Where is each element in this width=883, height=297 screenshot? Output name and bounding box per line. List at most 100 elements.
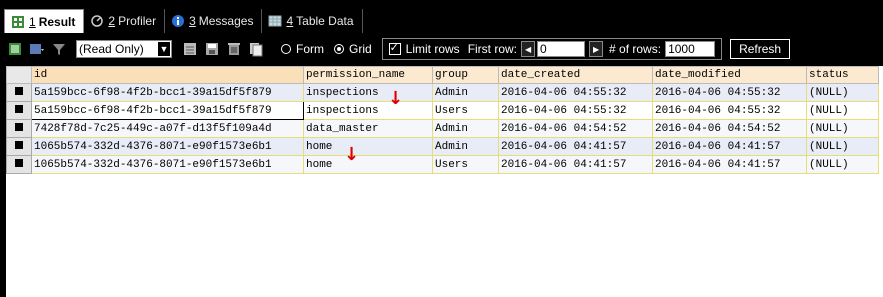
cell-id[interactable]: 1065b574-332d-4376-8071-e90f1573e6b1 <box>31 155 304 174</box>
result-mode-select[interactable]: (Read Only) ▼ <box>76 40 172 58</box>
result-mode-value: (Read Only) <box>79 42 144 56</box>
profiler-icon <box>91 15 104 27</box>
cell-date-modified[interactable]: 2016-04-06 04:41:57 <box>652 137 807 156</box>
save-icon[interactable] <box>204 41 220 57</box>
row-selector[interactable] <box>6 119 32 138</box>
next-page-button[interactable]: ▶ <box>589 41 604 57</box>
tab-table-data-label: Table Data <box>296 14 354 28</box>
row-marker-icon <box>15 158 23 167</box>
table-row[interactable]: 5a159bcc-6f98-4f2b-bcc1-39a15df5f879 ins… <box>6 83 879 102</box>
cell-date-modified[interactable]: 2016-04-06 04:41:57 <box>652 155 807 174</box>
cell-permission-name[interactable]: home <box>303 137 433 156</box>
tab-profiler[interactable]: 2 Profiler <box>84 9 166 33</box>
red-arrow-annotation: ↓ <box>388 88 404 109</box>
filter-icon[interactable] <box>51 41 67 57</box>
info-icon <box>172 15 185 27</box>
cell-date-created[interactable]: 2016-04-06 04:55:32 <box>498 101 653 120</box>
limit-rows-group: Limit rows First row: ◀ 0 ▶ # of rows: 1… <box>381 38 723 60</box>
cell-date-modified[interactable]: 2016-04-06 04:55:32 <box>652 83 807 102</box>
first-row-input[interactable]: 0 <box>537 41 586 57</box>
cell-permission-name[interactable]: inspections <box>303 83 433 102</box>
grid-radio-indicator[interactable] <box>334 44 344 54</box>
grid-settings-icon[interactable] <box>182 41 198 57</box>
num-rows-input[interactable]: 1000 <box>665 41 716 57</box>
cell-group[interactable]: Admin <box>432 119 499 138</box>
header-row: id permission_name group date_created da… <box>6 66 879 84</box>
grid-result-icon <box>12 15 24 28</box>
cell-date-modified[interactable]: 2016-04-06 04:54:52 <box>652 119 807 138</box>
tab-profiler-label: Profiler <box>118 14 157 28</box>
results-panel: 1 Result 2 Profiler 3 Messages 4 Table D… <box>0 0 883 297</box>
cell-group[interactable]: Admin <box>432 83 499 102</box>
cell-group[interactable]: Users <box>432 155 499 174</box>
form-view-radio[interactable]: Form <box>281 42 324 56</box>
cell-status[interactable]: (NULL) <box>806 83 879 102</box>
form-radio-indicator[interactable] <box>281 44 291 54</box>
column-header-id[interactable]: id <box>31 66 304 84</box>
result-toolbar: (Read Only) ▼ Form Grid Limit rows First… <box>4 34 883 64</box>
export-icon[interactable] <box>7 41 23 57</box>
table-row[interactable]: 7428f78d-7c25-449c-a07f-d13f5f109a4d dat… <box>6 119 879 138</box>
grid-view-label: Grid <box>349 42 372 56</box>
row-marker-icon <box>15 140 23 149</box>
row-selector[interactable] <box>6 155 32 174</box>
chevron-down-icon[interactable]: ▼ <box>157 41 171 57</box>
tab-messages-label: Messages <box>198 14 254 28</box>
cell-permission-name[interactable]: data_master <box>303 119 433 138</box>
tab-result-number: 1 <box>29 14 36 29</box>
row-marker-icon <box>15 86 23 95</box>
column-header-date-created[interactable]: date_created <box>498 66 653 84</box>
limit-rows-checkbox[interactable] <box>388 41 401 55</box>
tab-messages[interactable]: 3 Messages <box>165 9 263 33</box>
tab-table-data-number: 4 <box>286 14 294 28</box>
tab-result[interactable]: 1 Result <box>4 9 85 33</box>
row-selector[interactable] <box>6 101 32 120</box>
cell-id[interactable]: 1065b574-332d-4376-8071-e90f1573e6b1 <box>31 137 304 156</box>
column-header-permission-name[interactable]: permission_name <box>303 66 433 84</box>
cell-id[interactable]: 5a159bcc-6f98-4f2b-bcc1-39a15df5f879 <box>31 83 304 102</box>
copy-icon[interactable] <box>248 41 264 57</box>
cell-status[interactable]: (NULL) <box>806 137 879 156</box>
cell-status[interactable]: (NULL) <box>806 119 879 138</box>
tab-messages-number: 3 <box>189 14 196 28</box>
table-row[interactable]: 1065b574-332d-4376-8071-e90f1573e6b1 hom… <box>6 137 879 156</box>
row-marker-icon <box>15 122 23 131</box>
cell-id[interactable]: 5a159bcc-6f98-4f2b-bcc1-39a15df5f879 <box>31 101 304 120</box>
grid-view-radio[interactable]: Grid <box>334 42 372 56</box>
cell-date-created[interactable]: 2016-04-06 04:41:57 <box>498 155 653 174</box>
cell-date-created[interactable]: 2016-04-06 04:41:57 <box>498 137 653 156</box>
column-header-status[interactable]: status <box>806 66 879 84</box>
refresh-button[interactable]: Refresh <box>730 39 791 59</box>
cell-group[interactable]: Users <box>432 101 499 120</box>
num-rows-label: # of rows: <box>609 42 662 56</box>
cell-group[interactable]: Admin <box>432 137 499 156</box>
cell-status[interactable]: (NULL) <box>806 155 879 174</box>
view-options-icon[interactable] <box>29 41 45 57</box>
delete-icon[interactable] <box>226 41 242 57</box>
cell-date-modified[interactable]: 2016-04-06 04:55:32 <box>652 101 807 120</box>
cell-date-created[interactable]: 2016-04-06 04:55:32 <box>498 83 653 102</box>
cell-status[interactable]: (NULL) <box>806 101 879 120</box>
result-table: id permission_name group date_created da… <box>6 66 879 174</box>
result-grid: id permission_name group date_created da… <box>4 66 883 297</box>
previous-page-button[interactable]: ◀ <box>521 41 536 57</box>
table-row[interactable]: 1065b574-332d-4376-8071-e90f1573e6b1 hom… <box>6 155 879 174</box>
tab-result-label: Result <box>38 14 76 29</box>
tab-profiler-number: 2 <box>108 14 116 28</box>
cell-permission-name[interactable]: inspections <box>303 101 433 120</box>
row-selector[interactable] <box>6 83 32 102</box>
tab-table-data[interactable]: 4 Table Data <box>262 9 363 33</box>
first-row-label: First row: <box>467 42 518 56</box>
table-row[interactable]: 5a159bcc-6f98-4f2b-bcc1-39a15df5f879 ins… <box>6 101 879 120</box>
row-marker-icon <box>15 104 23 113</box>
cell-permission-name[interactable]: home <box>303 155 433 174</box>
cell-id[interactable]: 7428f78d-7c25-449c-a07f-d13f5f109a4d <box>31 119 304 138</box>
form-view-label: Form <box>296 42 324 56</box>
column-header-group[interactable]: group <box>432 66 499 84</box>
column-header-date-modified[interactable]: date_modified <box>652 66 807 84</box>
table-icon <box>268 15 282 27</box>
row-selector[interactable] <box>6 137 32 156</box>
red-arrow-annotation: ↓ <box>344 144 360 165</box>
cell-date-created[interactable]: 2016-04-06 04:54:52 <box>498 119 653 138</box>
select-all-corner[interactable] <box>6 66 32 84</box>
